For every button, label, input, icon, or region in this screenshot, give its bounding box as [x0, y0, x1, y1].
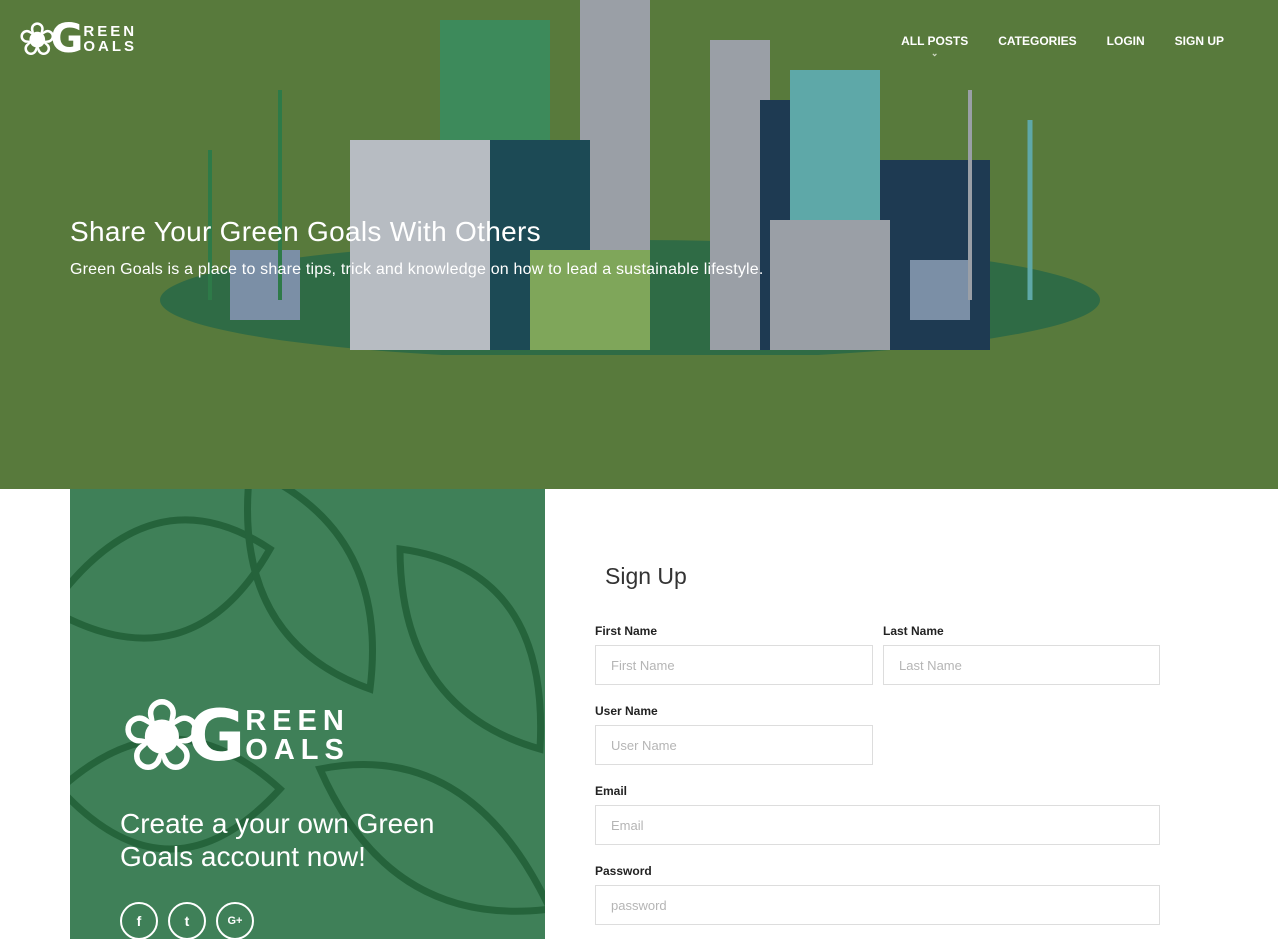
password-label: Password: [595, 864, 652, 878]
site-logo[interactable]: ❀ G REEN OALS: [18, 12, 137, 66]
email-input[interactable]: [595, 805, 1160, 845]
password-input[interactable]: [595, 885, 1160, 925]
nav-categories[interactable]: CATEGORIES: [998, 34, 1076, 48]
hero-banner: ❀ G REEN OALS ALL POSTS ⌄ CATEGORIES LOGIN…: [0, 0, 1278, 489]
last-name-label: Last Name: [883, 624, 944, 638]
chevron-down-icon: ⌄: [930, 48, 939, 58]
form-title: Sign Up: [605, 563, 687, 589]
hero-title: Share Your Green Goals With Others: [70, 216, 541, 247]
nav-all-posts[interactable]: ALL POSTS ⌄: [901, 34, 968, 58]
nav-login[interactable]: LOGIN: [1107, 34, 1145, 48]
email-label: Email: [595, 784, 628, 798]
panel-heading: Create a your own Green Goals account no…: [120, 808, 435, 872]
first-name-input[interactable]: [595, 645, 873, 685]
nav-sign-up[interactable]: SIGN UP: [1175, 34, 1224, 48]
hero-subtitle: Green Goals is a place to share tips, tr…: [70, 261, 764, 278]
first-name-label: First Name: [595, 624, 658, 638]
social-links: f t G+: [120, 902, 254, 939]
user-name-label: User Name: [595, 704, 658, 718]
city-illustration: [160, 0, 1100, 355]
user-name-input[interactable]: [595, 725, 873, 765]
twitter-icon[interactable]: t: [168, 902, 206, 939]
last-name-input[interactable]: [883, 645, 1160, 685]
google-plus-icon[interactable]: G+: [216, 902, 254, 939]
signup-promo-panel: ❀ G REEN OALS Create a your own Green Goa…: [70, 489, 545, 939]
facebook-icon[interactable]: f: [120, 902, 158, 939]
main-nav: ALL POSTS ⌄ CATEGORIES LOGIN SIGN UP: [901, 34, 1224, 58]
panel-logo: ❀ G REEN OALS: [120, 677, 350, 794]
